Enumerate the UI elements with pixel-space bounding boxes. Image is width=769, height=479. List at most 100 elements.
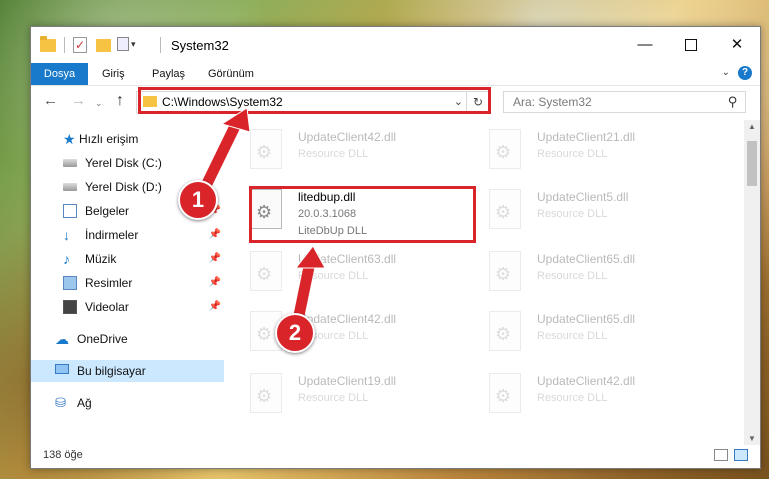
documents-icon [63, 204, 77, 218]
pin-icon[interactable]: 📌 [209, 224, 221, 246]
search-icon: ⚲ [728, 94, 738, 109]
folder-icon [40, 36, 56, 52]
tab-home[interactable]: Giriş [102, 63, 125, 85]
cloud-icon: ☁ [55, 331, 69, 347]
properties-check-icon[interactable]: ✓ [73, 37, 87, 53]
divider [64, 37, 65, 53]
sidebar-item-label: Belgeler [85, 204, 130, 218]
step-1-badge: 1 [178, 180, 218, 220]
new-folder-icon[interactable] [96, 39, 111, 52]
tab-file[interactable]: Dosya [31, 63, 88, 85]
step-2-badge: 2 [275, 313, 315, 353]
ribbon-tabs: Dosya Giriş Paylaş Görünüm ⌄ ? [31, 63, 760, 86]
file-item[interactable]: UpdateClient42.dll Resource DLL [465, 370, 695, 426]
sidebar-item-label: Resimler [85, 276, 133, 290]
file-item[interactable]: UpdateClient63.dll Resource DLL [226, 248, 456, 304]
file-item[interactable]: UpdateClient19.dll Resource DLL [226, 370, 456, 426]
scroll-up-icon[interactable]: ▲ [748, 122, 756, 131]
help-icon[interactable]: ? [738, 66, 752, 80]
address-highlight-box [138, 87, 491, 114]
sidebar-item-local-disk-c[interactable]: Yerel Disk (C:) [31, 152, 224, 174]
file-name: UpdateClient21.dll [537, 130, 636, 144]
navigation-pane: ★ Hızlı erişim Yerel Disk (C:) Yerel Dis… [31, 120, 226, 445]
search-box[interactable]: Ara: System32 ⚲ [503, 91, 746, 113]
scroll-down-icon[interactable]: ▼ [748, 434, 756, 443]
quick-access-properties-icon[interactable] [117, 37, 129, 51]
dll-file-icon [489, 373, 521, 413]
file-item[interactable]: UpdateClient5.dll Resource DLL [465, 186, 695, 242]
sidebar-item-onedrive[interactable]: ☁ OneDrive [31, 328, 224, 350]
quick-access-dropdown-icon[interactable]: ▾ [131, 39, 136, 50]
back-button[interactable]: ← [43, 92, 58, 109]
music-icon: ♪ [63, 251, 70, 267]
divider [160, 37, 161, 53]
sidebar-item-videos[interactable]: Videolar 📌 [31, 296, 224, 318]
drive-icon [63, 183, 77, 191]
file-item[interactable]: UpdateClient65.dll Resource DLL [465, 248, 695, 304]
file-item[interactable]: UpdateClient42.dll Resource DLL [226, 308, 456, 364]
dll-file-icon [489, 311, 521, 351]
file-type: Resource DLL [537, 208, 608, 220]
file-type: Resource DLL [298, 270, 369, 282]
file-type: Resource DLL [537, 148, 608, 160]
sidebar-item-network[interactable]: ⛁ Ağ [31, 392, 224, 414]
file-name: UpdateClient42.dll [537, 374, 636, 388]
large-icons-view-icon[interactable] [734, 449, 748, 461]
file-type: Resource DLL [537, 330, 608, 342]
sidebar-item-label: İndirmeler [85, 228, 139, 242]
pin-icon[interactable]: 📌 [209, 272, 221, 294]
file-item[interactable]: UpdateClient42.dll Resource DLL [226, 126, 456, 182]
file-highlight-box [249, 186, 476, 243]
vertical-scrollbar[interactable]: ▲ ▼ [744, 120, 760, 445]
sidebar-item-quick-access[interactable]: ★ Hızlı erişim [31, 128, 224, 150]
file-name: UpdateClient65.dll [537, 312, 636, 326]
expand-ribbon-icon[interactable]: ⌄ [722, 67, 730, 78]
item-count: 138 öğe [43, 449, 83, 461]
file-name: UpdateClient5.dll [537, 190, 629, 204]
sidebar-item-label: Yerel Disk (C:) [85, 156, 162, 170]
status-bar: 138 öğe [31, 444, 760, 468]
network-icon: ⛁ [55, 395, 66, 410]
dll-file-icon [250, 251, 282, 291]
up-button[interactable]: ↑ [116, 92, 124, 110]
dll-file-icon [489, 189, 521, 229]
pin-icon[interactable]: 📌 [209, 248, 221, 270]
dll-file-icon [489, 251, 521, 291]
file-name: UpdateClient65.dll [537, 252, 636, 266]
dll-file-icon [250, 129, 282, 169]
file-name: UpdateClient19.dll [298, 374, 397, 388]
star-icon: ★ [63, 131, 76, 147]
file-name: UpdateClient42.dll [298, 130, 397, 144]
drive-icon [63, 159, 77, 167]
sidebar-item-pictures[interactable]: Resimler 📌 [31, 272, 224, 294]
pictures-icon [63, 276, 77, 290]
dll-file-icon [489, 129, 521, 169]
sidebar-item-label: OneDrive [77, 332, 128, 346]
recent-locations-icon[interactable]: ⌄ [95, 98, 103, 109]
file-item[interactable]: UpdateClient21.dll Resource DLL [465, 126, 695, 182]
file-type: Resource DLL [537, 392, 608, 404]
forward-button[interactable]: → [71, 92, 86, 109]
minimize-button[interactable]: — [622, 27, 668, 63]
maximize-button[interactable] [668, 27, 714, 63]
tab-share[interactable]: Paylaş [152, 63, 185, 85]
window-title: System32 [171, 38, 229, 53]
sidebar-item-downloads[interactable]: ↓ İndirmeler 📌 [31, 224, 224, 246]
download-icon: ↓ [63, 227, 70, 243]
tab-view[interactable]: Görünüm [208, 63, 254, 85]
sidebar-item-label: Ağ [77, 396, 92, 410]
file-type: Resource DLL [298, 148, 369, 160]
file-type: Resource DLL [298, 392, 369, 404]
sidebar-item-label: Videolar [85, 300, 129, 314]
details-view-icon[interactable] [714, 449, 728, 461]
file-name: UpdateClient63.dll [298, 252, 397, 266]
dll-file-icon [250, 373, 282, 413]
scroll-thumb[interactable] [747, 141, 757, 186]
sidebar-item-this-pc[interactable]: Bu bilgisayar [31, 360, 224, 382]
close-button[interactable]: ✕ [714, 27, 760, 63]
search-input[interactable]: Ara: System32 [513, 95, 592, 109]
sidebar-item-label: Müzik [85, 252, 117, 266]
pin-icon[interactable]: 📌 [209, 296, 221, 318]
sidebar-item-music[interactable]: ♪ Müzik 📌 [31, 248, 224, 270]
file-item[interactable]: UpdateClient65.dll Resource DLL [465, 308, 695, 364]
